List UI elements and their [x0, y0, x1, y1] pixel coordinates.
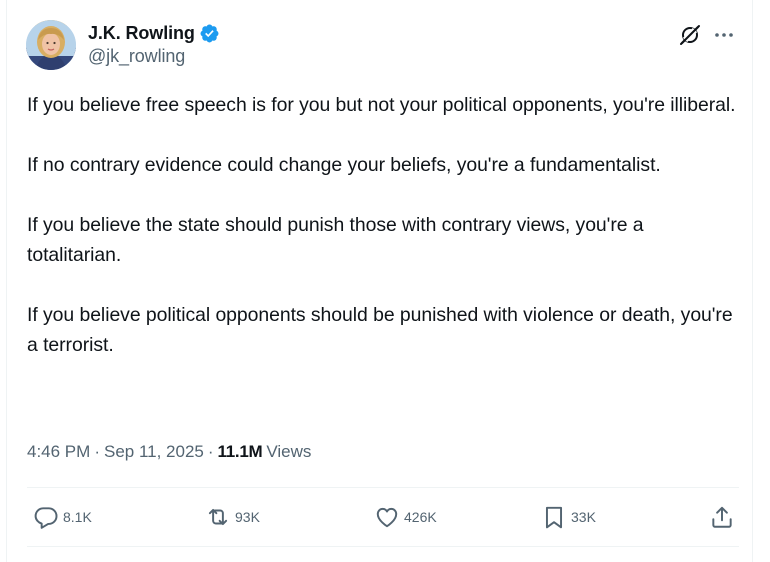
- bookmark-button[interactable]: 33K: [541, 495, 596, 539]
- avatar-image: [26, 20, 76, 70]
- reply-button[interactable]: 8.1K: [33, 495, 92, 539]
- post-date[interactable]: Sep 11, 2025: [104, 440, 204, 464]
- views-label: Views: [266, 442, 312, 461]
- post-paragraph: If you believe the state should punish t…: [27, 214, 644, 266]
- meta-separator: ·: [207, 442, 214, 461]
- divider: [27, 546, 739, 547]
- avatar[interactable]: [26, 20, 76, 70]
- post-card: J.K. Rowling @jk_rowling If you believe …: [6, 0, 753, 562]
- post-paragraph: If you believe political opponents shoul…: [27, 304, 733, 356]
- display-name[interactable]: J.K. Rowling: [88, 23, 195, 44]
- meta-separator: ·: [94, 442, 100, 461]
- handle[interactable]: @jk_rowling: [88, 46, 220, 67]
- post-time[interactable]: 4:46 PM: [27, 440, 90, 464]
- reply-icon: [33, 504, 59, 530]
- post-header: J.K. Rowling @jk_rowling: [26, 20, 738, 72]
- post-meta: 4:46 PM · Sep 11, 2025 · 11.1M Views: [27, 440, 311, 464]
- divider: [27, 487, 739, 488]
- views-count: 11.1M: [217, 442, 263, 461]
- bookmark-icon: [541, 504, 567, 530]
- author-names: J.K. Rowling @jk_rowling: [88, 21, 220, 67]
- share-button[interactable]: [709, 495, 735, 539]
- post-paragraph: If you believe free speech is for you bu…: [27, 94, 736, 116]
- grok-icon[interactable]: [678, 23, 702, 47]
- post-text: If you believe free speech is for you bu…: [27, 90, 739, 390]
- verified-badge-icon[interactable]: [199, 23, 220, 44]
- repost-button[interactable]: 93K: [205, 495, 260, 539]
- repost-icon: [205, 504, 231, 530]
- more-icon[interactable]: [712, 23, 736, 47]
- post-paragraph: If no contrary evidence could change you…: [27, 154, 661, 176]
- display-name-row: J.K. Rowling: [88, 21, 220, 45]
- like-button[interactable]: 426K: [374, 495, 437, 539]
- like-count: 426K: [404, 509, 437, 525]
- share-icon: [709, 504, 735, 530]
- heart-icon: [374, 504, 400, 530]
- bookmark-count: 33K: [571, 509, 596, 525]
- repost-count: 93K: [235, 509, 260, 525]
- reply-count: 8.1K: [63, 509, 92, 525]
- action-bar: 8.1K 93K 426K 33K: [27, 495, 739, 539]
